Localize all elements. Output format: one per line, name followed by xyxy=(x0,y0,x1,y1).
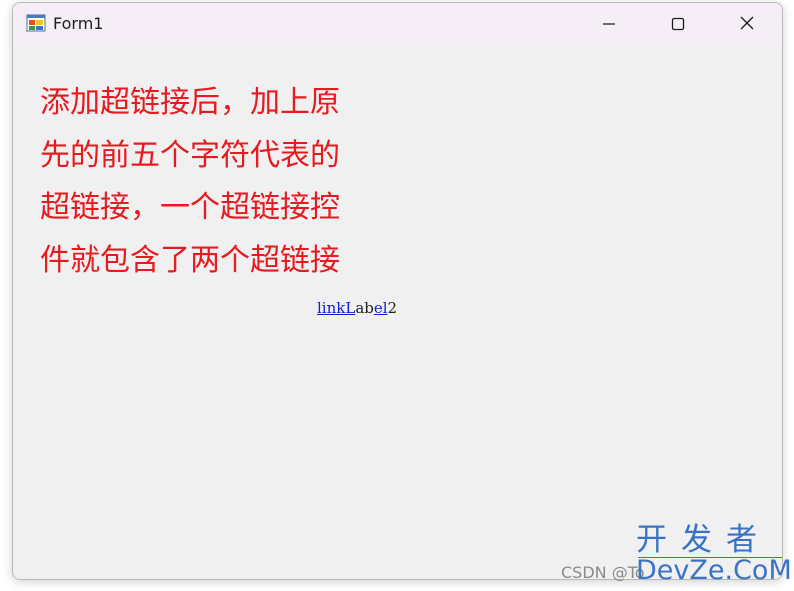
plain-segment-1: ab xyxy=(355,299,374,317)
winforms-app-icon xyxy=(26,13,46,33)
maximize-button[interactable] xyxy=(655,3,701,47)
link-segment-1[interactable]: linkL xyxy=(317,299,355,317)
link-label-2: linkLabel2 xyxy=(317,299,397,317)
close-icon xyxy=(739,15,755,35)
csdn-watermark: CSDN @To xyxy=(561,563,645,582)
plain-segment-2: 2 xyxy=(387,299,398,317)
minimize-icon xyxy=(602,16,616,35)
devze-watermark-bottom: DevZe.CoM xyxy=(636,555,792,586)
description-label: 添加超链接后，加上原先的前五个字符代表的超链接，一个超链接控件就包含了两个超链接 xyxy=(40,85,340,278)
minimize-button[interactable] xyxy=(586,3,632,47)
title-bar[interactable]: Form1 xyxy=(13,3,782,47)
maximize-icon xyxy=(671,16,685,35)
devze-watermark: 开发者 DevZe.CoM xyxy=(636,522,792,586)
link-segment-2[interactable]: el xyxy=(374,299,388,317)
devze-watermark-top: 开发者 xyxy=(636,522,771,558)
form1-window: Form1 添加超链接后，加上原先的前五个字符代表的超链接，一个超链接控件就包含… xyxy=(12,2,783,580)
window-title: Form1 xyxy=(53,14,104,33)
close-button[interactable] xyxy=(724,3,770,47)
form-client-area: 添加超链接后，加上原先的前五个字符代表的超链接，一个超链接控件就包含了两个超链接… xyxy=(13,47,782,579)
